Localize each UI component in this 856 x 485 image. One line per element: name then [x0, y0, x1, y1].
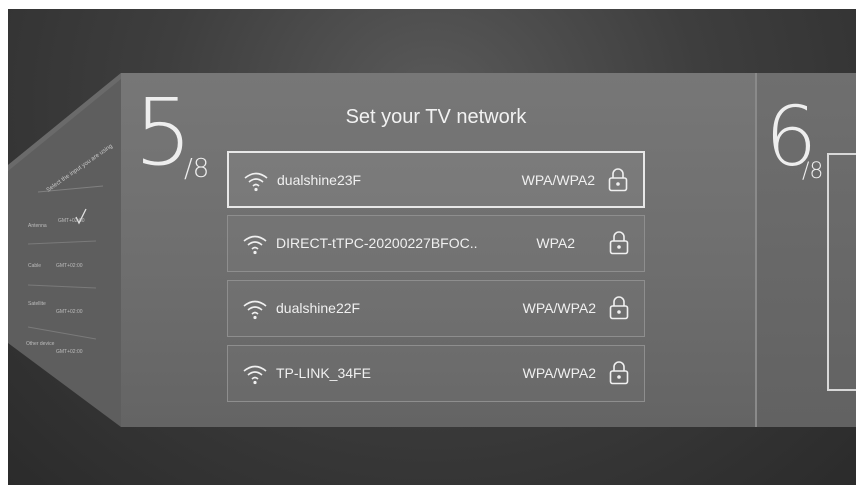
next-step-total: /8 [802, 159, 824, 184]
wifi-icon [243, 300, 267, 320]
network-item[interactable]: dualshine23F WPA/WPA2 [227, 151, 645, 208]
panel-divider [755, 73, 757, 427]
network-security: WPA/WPA2 [522, 365, 596, 381]
network-security: WPA2 [536, 235, 575, 251]
svg-text:Satellite: Satellite [28, 301, 46, 307]
lock-icon [609, 231, 629, 255]
network-item[interactable]: TP-LINK_34FE WPA/WPA2 [227, 345, 645, 402]
network-item[interactable]: DIRECT-tTPC-20200227BFOC.. WPA2 [227, 215, 645, 272]
tv-setup-screen: Select the input you are using Antenna G… [8, 9, 856, 485]
svg-text:Other device: Other device [26, 341, 55, 347]
next-panel-preview-frame [827, 153, 856, 391]
current-step-total: /8 [184, 154, 210, 184]
svg-text:Cable: Cable [28, 263, 41, 269]
wifi-icon [243, 365, 267, 385]
network-ssid: dualshine23F [277, 172, 362, 188]
svg-text:GMT+02:00: GMT+02:00 [56, 349, 83, 355]
network-security: WPA/WPA2 [522, 300, 596, 316]
wifi-icon [244, 172, 268, 192]
network-security: WPA/WPA2 [521, 172, 595, 188]
wifi-icon [243, 235, 267, 255]
lock-icon [609, 296, 629, 320]
svg-text:GMT+02:00: GMT+02:00 [56, 309, 83, 315]
page-title: Set your TV network [345, 106, 527, 128]
network-ssid: TP-LINK_34FE [276, 365, 371, 381]
svg-text:Antenna: Antenna [28, 223, 47, 229]
svg-text:GMT+02:00: GMT+02:00 [56, 263, 83, 269]
previous-panel-row: Cable GMT+02:00 [28, 263, 83, 269]
lock-icon [608, 168, 628, 192]
network-item[interactable]: dualshine22F WPA/WPA2 [227, 280, 645, 337]
network-ssid: dualshine22F [276, 300, 361, 316]
network-ssid: DIRECT-tTPC-20200227BFOC.. [276, 235, 478, 251]
lock-icon [609, 361, 629, 385]
